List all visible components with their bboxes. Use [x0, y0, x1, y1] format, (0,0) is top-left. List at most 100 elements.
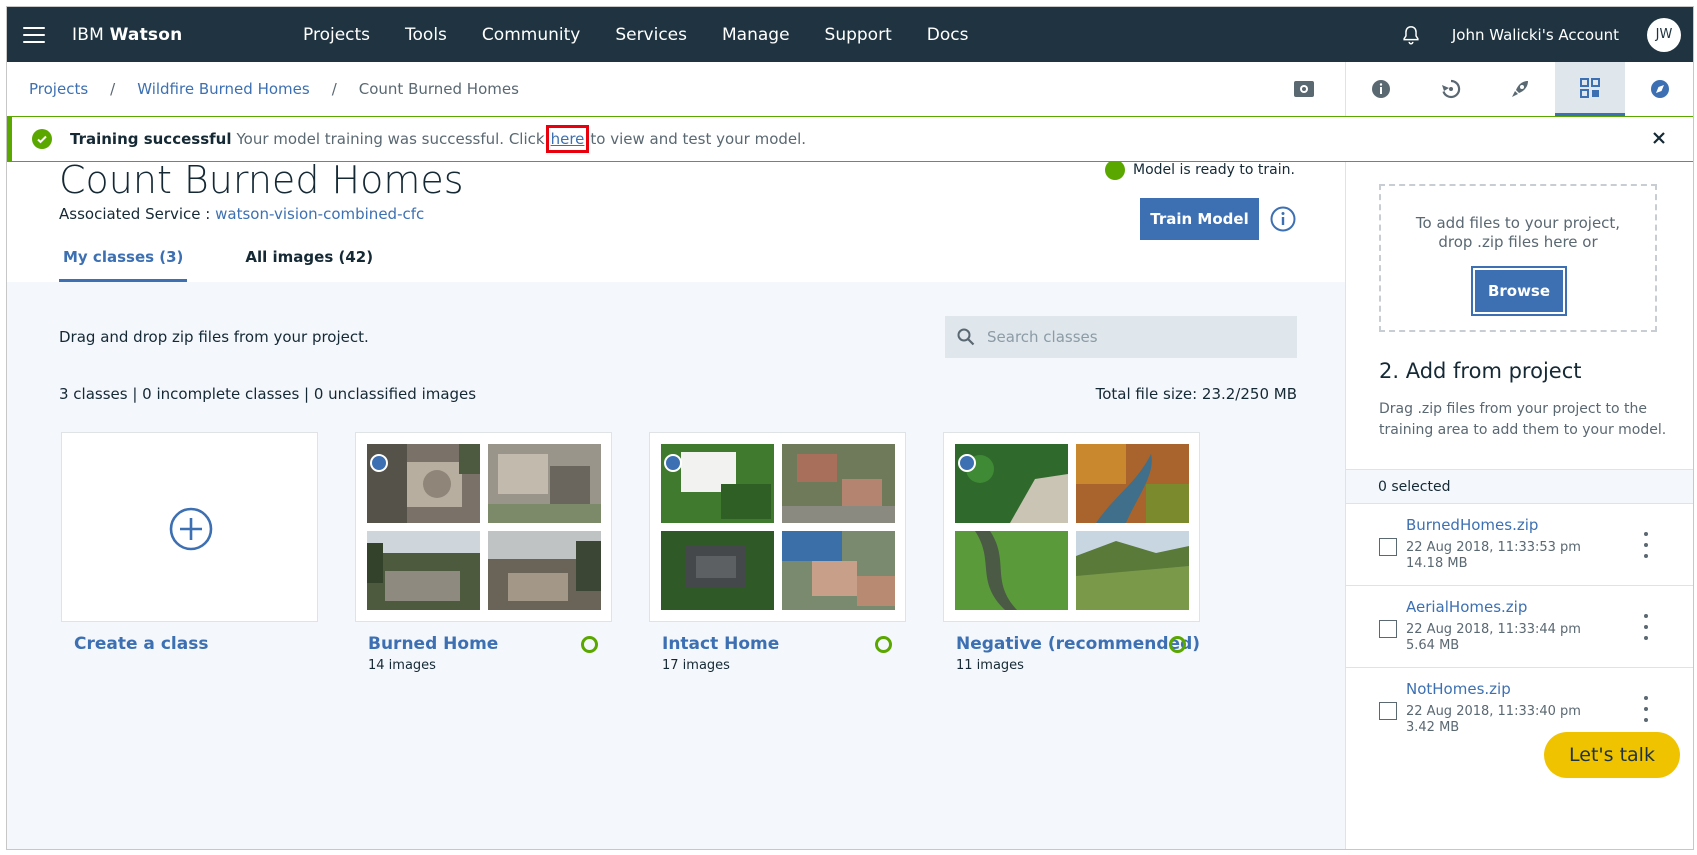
file-checkbox[interactable]: [1379, 538, 1397, 556]
class-thumbnails[interactable]: [355, 432, 612, 622]
info-icon[interactable]: [1270, 206, 1296, 232]
breadcrumb-projects[interactable]: Projects: [29, 80, 88, 98]
file-name[interactable]: BurnedHomes.zip: [1406, 516, 1538, 534]
lock-icon: [370, 454, 388, 472]
class-image-count: 11 images: [956, 658, 1024, 673]
add-circle-icon: [169, 507, 213, 551]
brand-logo[interactable]: IBM Watson: [72, 25, 182, 45]
file-checkbox[interactable]: [1379, 702, 1397, 720]
class-name[interactable]: Burned Home: [368, 634, 612, 654]
rocket-icon: [1512, 81, 1529, 97]
class-name[interactable]: Negative (recommended): [956, 634, 1200, 654]
selection-count: 0 selected: [1346, 469, 1693, 504]
file-name[interactable]: AerialHomes.zip: [1406, 598, 1527, 616]
main-area: Count Burned Homes Associated Service : …: [7, 116, 1345, 849]
thumbnail-image: [955, 531, 1068, 610]
right-toolbar: [1345, 62, 1693, 116]
add-from-project-title: 2. Add from project: [1379, 359, 1582, 383]
file-checkbox[interactable]: [1379, 620, 1397, 638]
top-nav: IBM Watson Projects Tools Community Serv…: [7, 7, 1693, 62]
search-input[interactable]: [987, 328, 1277, 346]
thumbnail-image: [488, 444, 601, 523]
overflow-menu-icon[interactable]: [1643, 532, 1649, 558]
tab-all-images[interactable]: All images (42): [241, 240, 377, 282]
nav-services[interactable]: Services: [615, 25, 687, 45]
status-ring-icon: [1169, 636, 1186, 653]
class-card-intact-home[interactable]: Intact Home 17 images: [649, 432, 906, 673]
toolbar-data[interactable]: [1555, 62, 1626, 116]
dropzone-text: To add files to your project, drop .zip …: [1415, 214, 1621, 251]
breadcrumb-wildfire[interactable]: Wildfire Burned Homes: [137, 80, 309, 98]
tabs: My classes (3) All images (42): [59, 240, 431, 282]
overflow-menu-icon[interactable]: [1643, 696, 1649, 722]
class-card-negative[interactable]: Negative (recommended) 11 images: [943, 432, 1200, 673]
grid-data-icon: [1580, 77, 1601, 98]
page-title: Count Burned Homes: [59, 158, 464, 202]
tab-my-classes[interactable]: My classes (3): [59, 240, 188, 282]
create-class-box[interactable]: [61, 432, 318, 622]
nav-docs[interactable]: Docs: [927, 25, 969, 45]
thumbnail-image: [782, 444, 895, 523]
create-class-label[interactable]: Create a class: [74, 634, 318, 654]
close-icon[interactable]: [1650, 129, 1668, 147]
history-icon: [1441, 79, 1460, 99]
create-class-card[interactable]: Create a class: [61, 432, 318, 673]
breadcrumb: Projects / Wildfire Burned Homes / Count…: [7, 62, 1345, 116]
thumbnail-image: [1076, 531, 1189, 610]
file-dropzone[interactable]: To add files to your project, drop .zip …: [1379, 184, 1657, 332]
breadcrumb-separator: /: [331, 80, 337, 98]
info-circle-icon: [1371, 80, 1390, 98]
thumbnail-image: [661, 531, 774, 610]
train-model-button[interactable]: Train Model: [1140, 198, 1259, 240]
search-icon: [957, 328, 975, 346]
overflow-menu-icon[interactable]: [1643, 614, 1649, 640]
nav-community[interactable]: Community: [482, 25, 580, 45]
selected-count-text: 0 selected: [1378, 478, 1451, 495]
toolbar-explore[interactable]: [1625, 62, 1693, 116]
status-ring-icon: [875, 636, 892, 653]
file-item[interactable]: BurnedHomes.zip 22 Aug 2018, 11:33:53 pm…: [1346, 504, 1693, 586]
class-thumbnails[interactable]: [943, 432, 1200, 622]
associated-service-label: Associated Service :: [59, 205, 216, 223]
class-image-count: 17 images: [662, 658, 730, 673]
account-name[interactable]: John Walicki's Account: [1452, 26, 1619, 44]
class-name[interactable]: Intact Home: [662, 634, 906, 654]
browse-button[interactable]: Browse: [1471, 266, 1567, 316]
lock-icon: [664, 454, 682, 472]
search-box[interactable]: [945, 316, 1297, 358]
hamburger-menu-icon[interactable]: [23, 26, 45, 43]
lets-talk-button[interactable]: Let's talk: [1544, 732, 1680, 778]
nav-right: John Walicki's Account JW: [1400, 7, 1681, 62]
status-ring-icon: [581, 636, 598, 653]
success-check-icon: [32, 129, 52, 149]
class-stats: 3 classes | 0 incomplete classes | 0 unc…: [59, 385, 477, 403]
thumbnail-image: [782, 531, 895, 610]
thumbnail-image: [367, 531, 480, 610]
file-name[interactable]: NotHomes.zip: [1406, 680, 1511, 698]
class-cards: Create a class Burned Home 14 images Int…: [61, 432, 1237, 673]
class-thumbnails[interactable]: [649, 432, 906, 622]
toolbar-deploy[interactable]: [1486, 62, 1556, 116]
avatar[interactable]: JW: [1647, 17, 1681, 52]
thumbnail-image: [1076, 444, 1189, 523]
browser-frame: IBM Watson Projects Tools Community Serv…: [6, 6, 1694, 850]
nav-tools[interactable]: Tools: [405, 25, 447, 45]
file-date: 22 Aug 2018, 11:33:40 pm: [1406, 704, 1581, 719]
associated-service-link[interactable]: watson-vision-combined-cfc: [215, 205, 424, 223]
nav-support[interactable]: Support: [825, 25, 892, 45]
nav-manage[interactable]: Manage: [722, 25, 790, 45]
class-card-burned-home[interactable]: Burned Home 14 images: [355, 432, 612, 673]
bell-icon[interactable]: [1400, 24, 1422, 46]
model-ready-status: Model is ready to train.: [1105, 160, 1295, 180]
success-notification: Training successful Your model training …: [7, 116, 1693, 162]
project-settings-icon[interactable]: [1293, 79, 1315, 99]
associated-service: Associated Service : watson-vision-combi…: [59, 205, 424, 223]
model-ready-text: Model is ready to train.: [1133, 162, 1295, 178]
toolbar-history[interactable]: [1416, 62, 1486, 116]
total-file-size: Total file size: 23.2/250 MB: [1095, 385, 1297, 403]
lock-icon: [958, 454, 976, 472]
toolbar-info[interactable]: [1346, 62, 1416, 116]
file-item[interactable]: AerialHomes.zip 22 Aug 2018, 11:33:44 pm…: [1346, 586, 1693, 668]
nav-projects[interactable]: Projects: [303, 25, 370, 45]
notification-here-link[interactable]: here: [545, 125, 590, 153]
